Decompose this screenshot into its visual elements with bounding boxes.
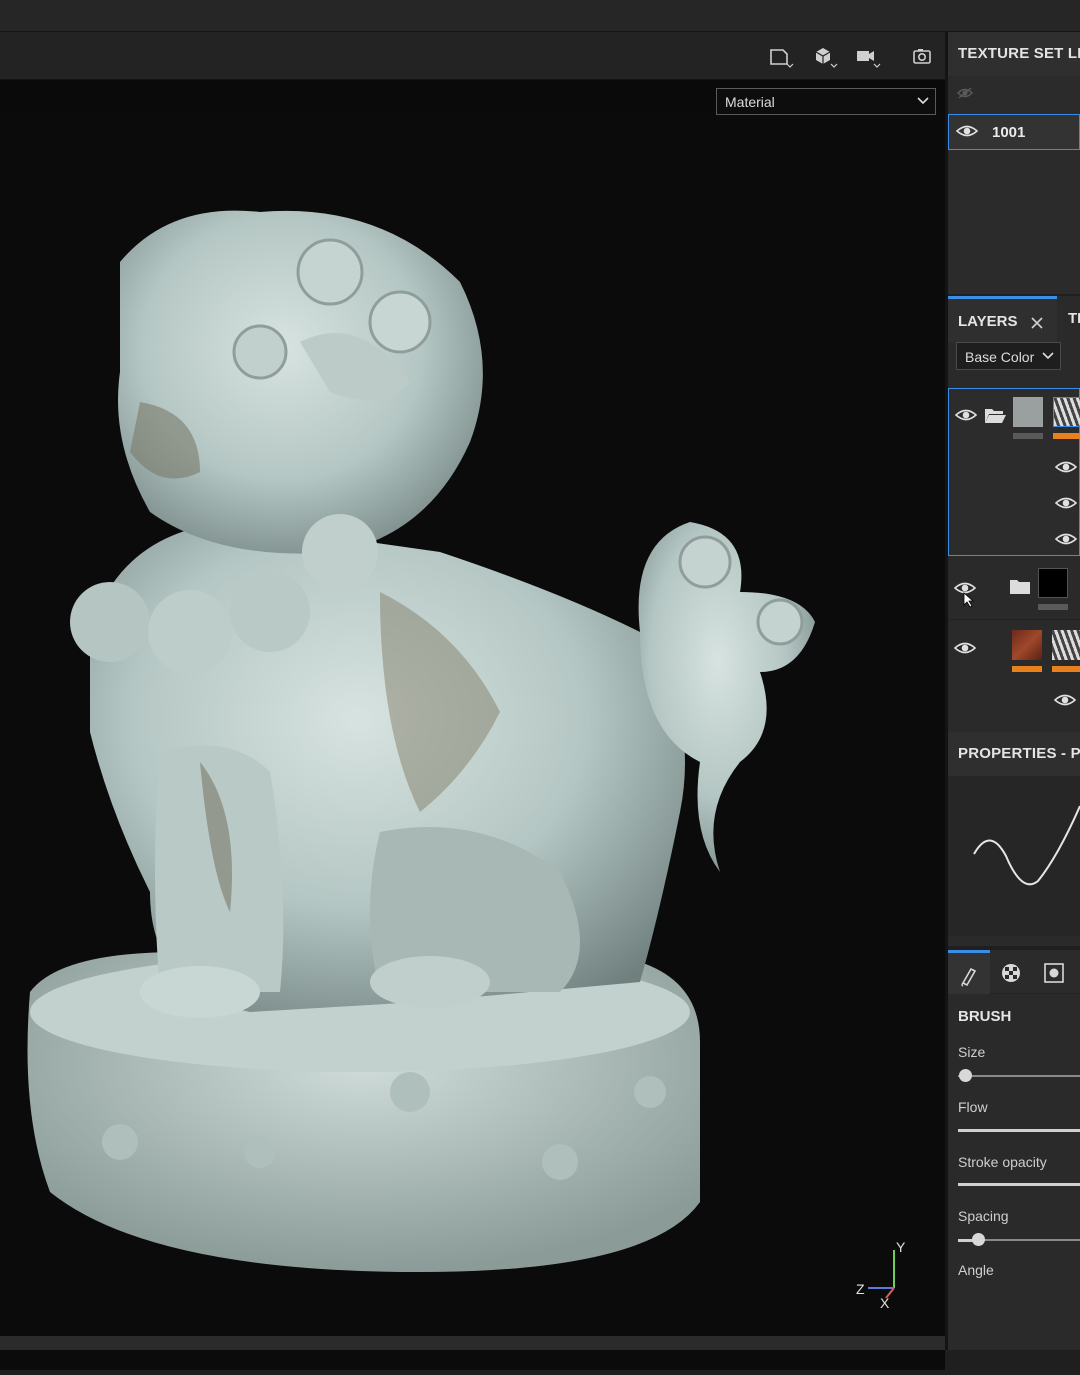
brush-icon bbox=[961, 967, 977, 987]
layer-material-bar bbox=[1012, 666, 1042, 672]
size-slider[interactable] bbox=[958, 1075, 1080, 1077]
chevron-down-icon bbox=[1042, 352, 1054, 360]
axis-x-label: X bbox=[880, 1295, 890, 1310]
layer-mask-thumbnail[interactable] bbox=[1053, 397, 1080, 427]
axis-y-label: Y bbox=[896, 1240, 906, 1255]
camera-icon[interactable] bbox=[851, 44, 881, 70]
channel-select[interactable]: Base Color bbox=[956, 342, 1061, 370]
eye-icon[interactable] bbox=[1055, 531, 1077, 547]
tab-brush[interactable] bbox=[948, 950, 990, 994]
brush-preview-curve bbox=[948, 776, 1080, 936]
spacing-slider-knob[interactable] bbox=[972, 1233, 985, 1246]
size-slider-knob[interactable] bbox=[959, 1069, 972, 1082]
viewport-toolbar bbox=[0, 32, 945, 80]
viewport-scrollbar[interactable] bbox=[0, 1336, 945, 1350]
frame-icon[interactable] bbox=[765, 44, 795, 70]
eye-icon[interactable] bbox=[955, 407, 977, 423]
tab-textures-label[interactable]: TE bbox=[1068, 310, 1080, 327]
properties-title: PROPERTIES - PA bbox=[948, 732, 1080, 776]
texture-set-list-panel: TEXTURE SET LIS 1001 bbox=[948, 32, 1080, 294]
layers-panel: LAYERS TE Base Color bbox=[948, 296, 1080, 736]
axis-z-label: Z bbox=[856, 1281, 865, 1297]
texture-set-list-title: TEXTURE SET LIS bbox=[948, 32, 1080, 76]
channel-select-label: Base Color bbox=[965, 349, 1035, 365]
layer-thumbnail-bar bbox=[1013, 433, 1043, 439]
layer-mask-thumbnail[interactable] bbox=[1038, 568, 1068, 598]
tab-layers-label: LAYERS bbox=[958, 313, 1018, 330]
eye-hidden-icon[interactable] bbox=[956, 86, 974, 100]
properties-panel: PROPERTIES - PA bbox=[948, 732, 1080, 946]
layer-mask-bar bbox=[1052, 666, 1080, 672]
eye-icon[interactable] bbox=[1054, 692, 1076, 708]
folder-icon bbox=[1010, 580, 1030, 594]
texture-set-label: 1001 bbox=[992, 124, 1026, 141]
chevron-down-icon bbox=[917, 97, 929, 105]
size-label: Size bbox=[958, 1044, 986, 1060]
texture-set-hidden-row bbox=[948, 82, 1080, 108]
layer-folder-selected[interactable] bbox=[948, 388, 1080, 556]
eye-icon[interactable] bbox=[1055, 459, 1077, 475]
brush-section-title: BRUSH bbox=[958, 1008, 1012, 1025]
3d-model-render[interactable] bbox=[0, 112, 945, 1370]
spacing-label: Spacing bbox=[958, 1208, 1009, 1224]
layer-color-thumbnail[interactable] bbox=[1013, 397, 1043, 427]
flow-label: Flow bbox=[958, 1099, 988, 1115]
eye-icon[interactable] bbox=[954, 640, 976, 656]
tab-layers[interactable]: LAYERS bbox=[948, 296, 1057, 342]
axis-gizmo: Y Z X bbox=[852, 1239, 912, 1311]
layer-thumbnail-bar bbox=[1038, 604, 1068, 610]
eye-icon[interactable] bbox=[956, 123, 978, 139]
material-mode-select[interactable]: Material bbox=[716, 88, 936, 115]
brush-settings-panel: BRUSH Size Flow Stroke opacity Spacing A… bbox=[948, 950, 1080, 1350]
folder-open-icon bbox=[985, 409, 1006, 423]
layer-material-thumbnail[interactable] bbox=[1012, 630, 1042, 660]
stencil-icon[interactable] bbox=[1043, 962, 1065, 984]
close-icon[interactable] bbox=[1030, 316, 1044, 330]
texture-set-item[interactable]: 1001 bbox=[948, 114, 1080, 150]
cube-icon[interactable] bbox=[808, 44, 838, 70]
layer-mask-bar bbox=[1053, 433, 1080, 439]
eye-icon[interactable] bbox=[1055, 495, 1077, 511]
angle-label: Angle bbox=[958, 1262, 994, 1278]
alpha-checker-icon[interactable] bbox=[1000, 962, 1022, 984]
viewport-3d[interactable]: Material Y Z X bbox=[0, 32, 945, 1370]
stroke-opacity-label: Stroke opacity bbox=[958, 1154, 1047, 1170]
layer-folder[interactable] bbox=[948, 562, 1080, 620]
mouse-cursor-icon bbox=[963, 592, 975, 608]
layer-mask-thumbnail[interactable] bbox=[1052, 630, 1080, 660]
app-top-bar bbox=[0, 0, 1080, 32]
material-mode-label: Material bbox=[725, 94, 775, 110]
flow-slider[interactable] bbox=[958, 1129, 1080, 1132]
layer-fill[interactable] bbox=[948, 622, 1080, 726]
stroke-opacity-slider[interactable] bbox=[958, 1183, 1080, 1186]
tool-tabs bbox=[948, 950, 1080, 994]
screenshot-icon[interactable] bbox=[907, 44, 937, 70]
